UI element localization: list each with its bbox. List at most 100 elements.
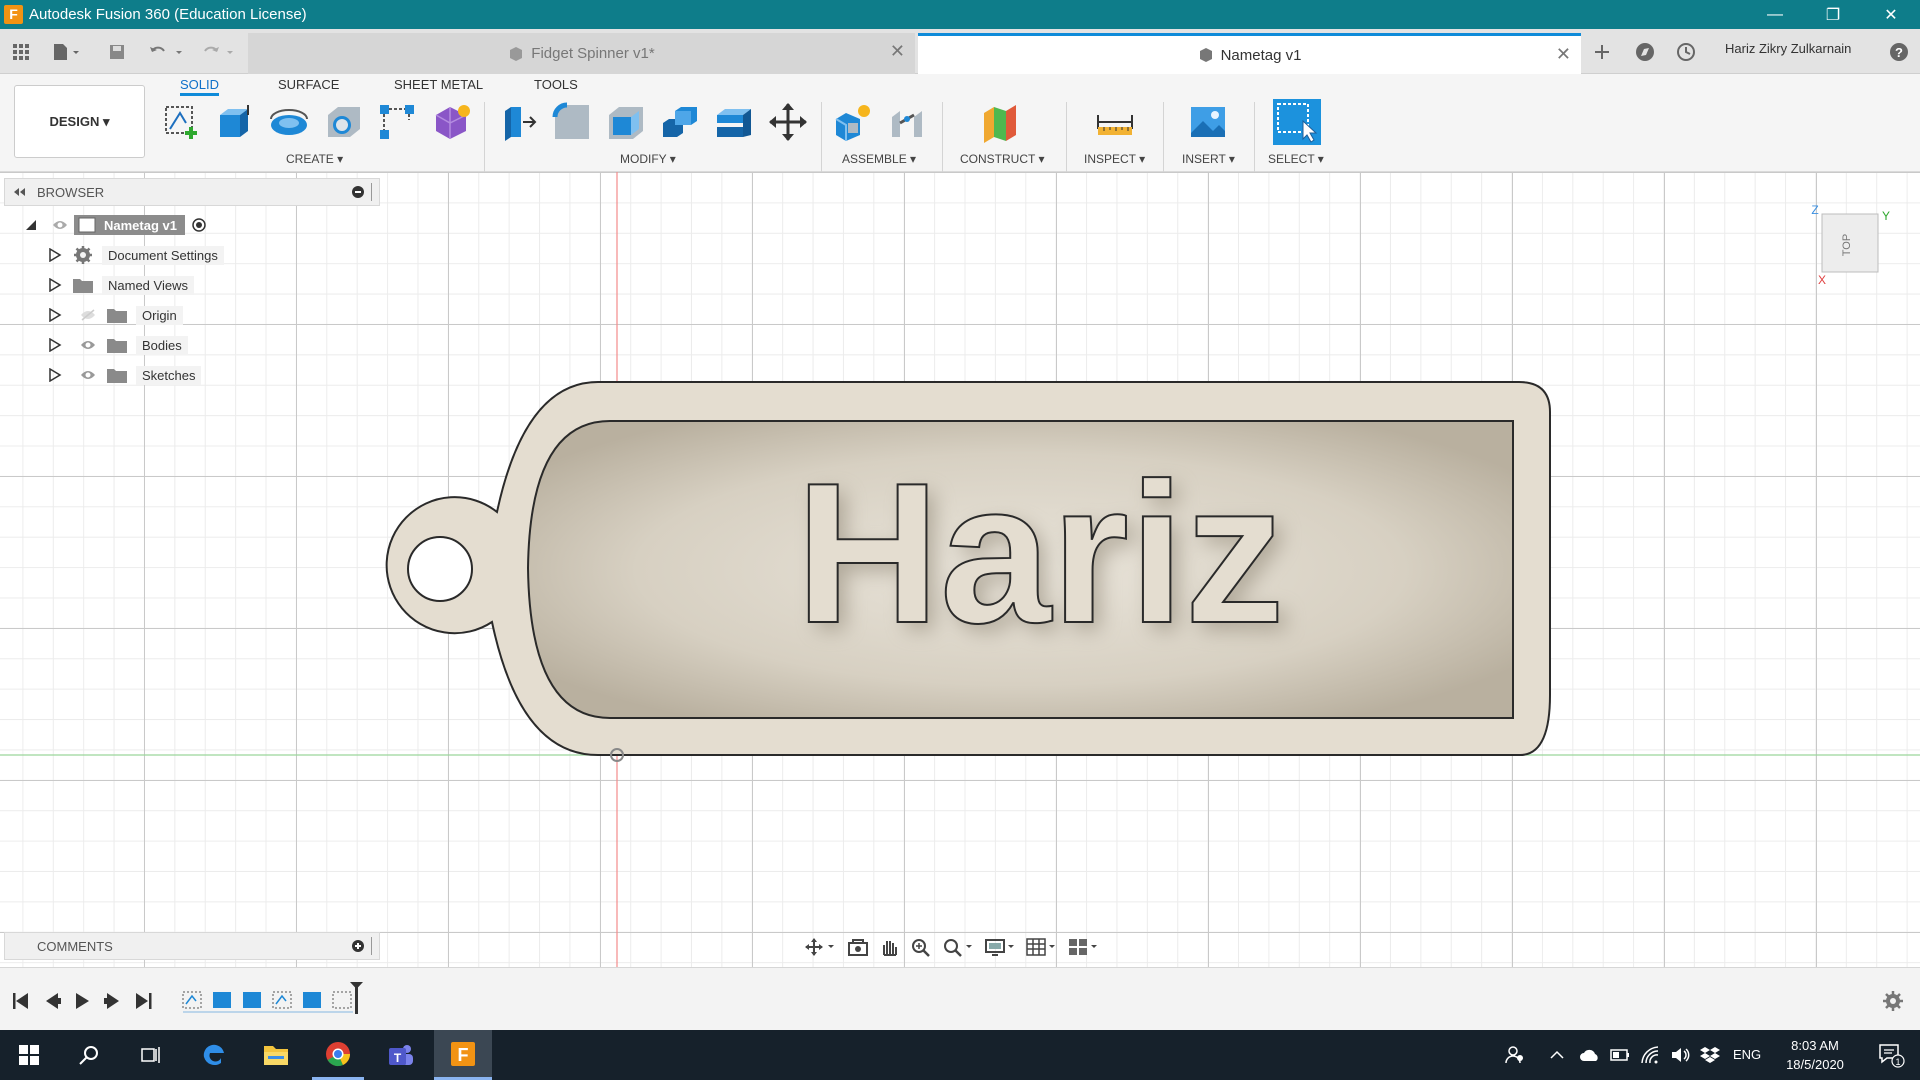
- assemble-menu[interactable]: ASSEMBLE ▾: [842, 152, 916, 166]
- fillet-icon[interactable]: [551, 101, 593, 143]
- construct-menu[interactable]: CONSTRUCT ▾: [960, 152, 1044, 166]
- action-center-icon[interactable]: 1: [1868, 1030, 1914, 1080]
- comments-panel-header[interactable]: COMMENTS: [4, 932, 380, 960]
- tab-sheet-metal[interactable]: SHEET METAL: [394, 74, 483, 96]
- offset-face-icon[interactable]: [713, 101, 755, 143]
- zoom-icon[interactable]: [910, 937, 932, 957]
- timeline-settings-gear-icon[interactable]: [1883, 991, 1903, 1011]
- timeline-sketch-feature-icon[interactable]: [182, 991, 202, 1009]
- help-icon[interactable]: ?: [1886, 39, 1912, 65]
- look-at-icon[interactable]: [847, 937, 869, 957]
- tab-fidget-spinner[interactable]: Fidget Spinner v1* ✕: [248, 33, 915, 74]
- timeline-marker-handle[interactable]: [350, 982, 363, 1014]
- nametag-body[interactable]: Hariz Hariz: [385, 381, 1551, 756]
- search-icon[interactable]: [64, 1030, 114, 1080]
- close-tab-icon[interactable]: ✕: [1556, 44, 1571, 65]
- timeline-next-icon[interactable]: [104, 993, 119, 1009]
- job-status-icon[interactable]: [1673, 39, 1699, 65]
- timeline-extrude-feature-icon[interactable]: [243, 992, 261, 1008]
- dropbox-icon[interactable]: [1696, 1030, 1724, 1080]
- tree-item-bodies[interactable]: Bodies: [48, 334, 188, 356]
- visibility-eye-icon[interactable]: [80, 338, 96, 352]
- collapse-triangle-icon[interactable]: [24, 218, 38, 232]
- extensions-icon[interactable]: [1632, 39, 1658, 65]
- workspace-switcher[interactable]: DESIGN ▾: [14, 85, 145, 158]
- timeline-sketch-feature-icon[interactable]: [272, 991, 292, 1009]
- root-component[interactable]: Nametag v1: [74, 215, 185, 235]
- collapse-panel-icon[interactable]: [5, 185, 35, 199]
- fusion360-taskbar-icon[interactable]: F: [434, 1030, 492, 1080]
- timeline-extrude-feature-icon[interactable]: [213, 992, 231, 1008]
- file-menu-icon[interactable]: [48, 39, 84, 65]
- redo-icon[interactable]: [198, 39, 240, 65]
- browser-options-icon[interactable]: [351, 185, 365, 199]
- tab-nametag[interactable]: Nametag v1 ✕: [918, 33, 1581, 74]
- joint-icon[interactable]: [886, 101, 928, 143]
- clock[interactable]: 8:03 AM 18/5/2020: [1760, 1036, 1870, 1074]
- timeline-extrude-feature-icon[interactable]: [303, 992, 321, 1008]
- timeline-first-icon[interactable]: [13, 993, 28, 1009]
- teams-icon[interactable]: T: [374, 1030, 426, 1080]
- show-hidden-icons-chevron-icon[interactable]: [1544, 1030, 1570, 1080]
- insert-image-icon[interactable]: [1187, 101, 1229, 143]
- visibility-eye-icon[interactable]: [80, 368, 96, 382]
- nametag-text[interactable]: Hariz: [794, 441, 1285, 666]
- start-button-icon[interactable]: [0, 1030, 58, 1080]
- viewcube[interactable]: TOP Z Y X: [1811, 203, 1890, 287]
- add-comment-icon[interactable]: [351, 939, 365, 953]
- onedrive-cloud-icon[interactable]: [1576, 1030, 1604, 1080]
- inspect-menu[interactable]: INSPECT ▾: [1084, 152, 1145, 166]
- hole-icon[interactable]: [322, 101, 364, 143]
- expand-triangle-icon[interactable]: [48, 308, 62, 322]
- timeline-play-icon[interactable]: [76, 993, 89, 1009]
- grid-settings-icon[interactable]: [1025, 937, 1057, 957]
- modify-menu[interactable]: MODIFY ▾: [620, 152, 676, 166]
- model-canvas[interactable]: Hariz Hariz TOP Z Y X: [0, 172, 1920, 967]
- tree-item-sketches[interactable]: Sketches: [48, 364, 202, 386]
- select-menu[interactable]: SELECT ▾: [1268, 152, 1324, 166]
- display-settings-icon[interactable]: [984, 937, 1016, 957]
- file-explorer-icon[interactable]: [250, 1030, 302, 1080]
- panel-pin-handle[interactable]: [371, 183, 375, 201]
- expand-triangle-icon[interactable]: [48, 338, 62, 352]
- tab-solid[interactable]: SOLID: [180, 74, 220, 96]
- press-pull-icon[interactable]: [497, 101, 539, 143]
- task-view-icon[interactable]: [125, 1030, 175, 1080]
- timeline-previous-icon[interactable]: [46, 993, 61, 1009]
- create-menu[interactable]: CREATE ▾: [286, 152, 343, 166]
- activate-radio-icon[interactable]: [191, 217, 207, 233]
- new-tab-icon[interactable]: [1589, 39, 1615, 65]
- viewports-icon[interactable]: [1067, 937, 1099, 957]
- expand-triangle-icon[interactable]: [48, 368, 62, 382]
- fit-zoom-icon[interactable]: [942, 937, 974, 957]
- timeline-sketch-feature-icon[interactable]: [332, 991, 352, 1009]
- offset-plane-icon[interactable]: [980, 101, 1022, 143]
- insert-menu[interactable]: INSERT ▾: [1182, 152, 1235, 166]
- create-sketch-icon[interactable]: [160, 101, 202, 143]
- revolve-icon[interactable]: [268, 101, 310, 143]
- extrude-icon[interactable]: [214, 101, 256, 143]
- tab-tools[interactable]: TOOLS: [534, 74, 578, 96]
- hidden-eye-icon[interactable]: [80, 308, 96, 322]
- expand-triangle-icon[interactable]: [48, 278, 62, 292]
- battery-icon[interactable]: [1606, 1030, 1634, 1080]
- input-language-indicator[interactable]: ENG: [1733, 1047, 1761, 1062]
- create-form-icon[interactable]: [430, 101, 472, 143]
- undo-icon[interactable]: [145, 39, 187, 65]
- pan-icon[interactable]: [878, 937, 900, 957]
- chrome-browser-icon[interactable]: [312, 1030, 364, 1080]
- visibility-eye-icon[interactable]: [52, 218, 68, 232]
- pattern-icon[interactable]: [376, 101, 418, 143]
- minimize-button[interactable]: —: [1746, 0, 1804, 29]
- close-tab-icon[interactable]: ✕: [890, 41, 905, 62]
- wifi-icon[interactable]: [1636, 1030, 1664, 1080]
- combine-icon[interactable]: [659, 101, 701, 143]
- people-icon[interactable]: [1500, 1030, 1530, 1080]
- move-icon[interactable]: [767, 101, 809, 143]
- timeline-last-icon[interactable]: [136, 993, 152, 1009]
- user-name[interactable]: Hariz Zikry Zulkarnain: [1725, 41, 1851, 56]
- tree-item-origin[interactable]: Origin: [48, 304, 183, 326]
- new-component-icon[interactable]: [832, 101, 874, 143]
- close-window-button[interactable]: ✕: [1862, 0, 1920, 29]
- panel-pin-handle[interactable]: [371, 937, 375, 955]
